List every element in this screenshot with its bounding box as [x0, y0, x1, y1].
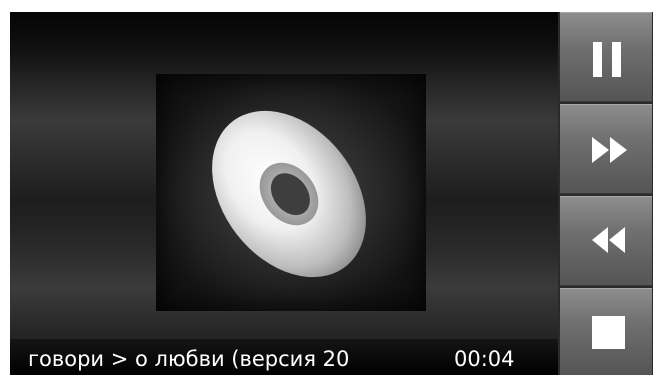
- rewind-button[interactable]: [560, 196, 652, 286]
- playback-controls: [558, 12, 653, 375]
- track-title: говори > о любви (версия 20: [28, 347, 350, 371]
- pause-icon: [593, 42, 621, 77]
- album-art-panel: [156, 74, 426, 311]
- stop-icon: [592, 316, 625, 349]
- pause-button[interactable]: [560, 12, 652, 102]
- media-player-window: говори > о любви (версия 20 00:04: [10, 12, 653, 375]
- stop-button[interactable]: [560, 288, 652, 375]
- album-art-viewer: [10, 12, 558, 375]
- elapsed-time: 00:04: [454, 347, 515, 371]
- fast-forward-icon: [592, 137, 627, 163]
- disc-icon: [212, 110, 366, 278]
- rewind-icon: [592, 227, 625, 253]
- fast-forward-button[interactable]: [560, 104, 652, 194]
